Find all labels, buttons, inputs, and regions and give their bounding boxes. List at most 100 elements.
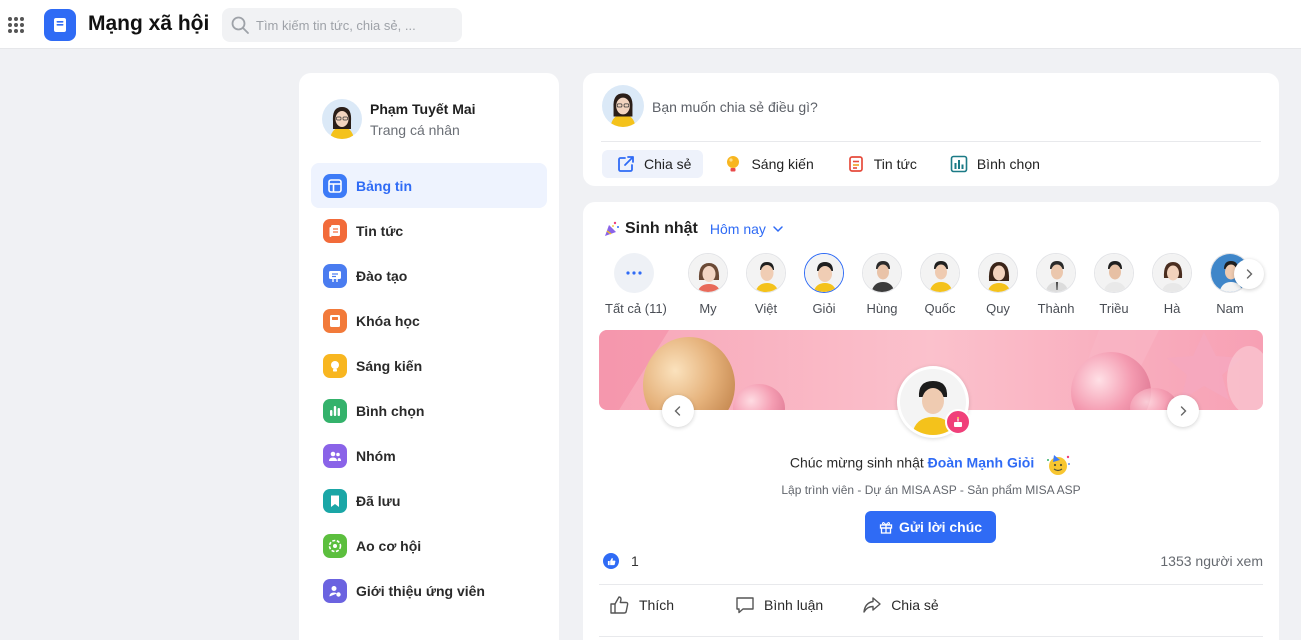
banner-next-button[interactable] — [1167, 395, 1199, 427]
reaction-label: Thích — [639, 597, 675, 613]
lightbulb-icon — [723, 154, 743, 174]
people-next-button[interactable] — [1234, 259, 1264, 289]
sidebar-item-opportunities[interactable]: Ao cơ hội — [311, 523, 547, 568]
avatar — [746, 253, 786, 293]
bookmark-icon — [323, 488, 347, 513]
composer-actions: Chia sẻ Sáng kiến Tin tức Bình chọn — [602, 150, 1058, 178]
birthday-person[interactable]: Hà — [1143, 253, 1201, 316]
gift-icon — [879, 522, 893, 534]
training-icon — [323, 263, 347, 288]
birthday-filter-label: Hôm nay — [709, 221, 766, 237]
birthday-person[interactable]: Hùng — [853, 253, 911, 316]
person-label: Giỏi — [812, 301, 836, 316]
sidebar-item-label: Tin tức — [356, 222, 404, 239]
reaction-label: Bình luận — [764, 597, 824, 613]
divider — [601, 141, 1261, 142]
send-wish-button[interactable]: Gửi lời chúc — [865, 511, 996, 543]
thumbs-up-icon — [610, 596, 629, 614]
person-label: Việt — [754, 301, 778, 316]
person-label: Thành — [1037, 301, 1075, 316]
sidebar-item-label: Giới thiệu ứng viên — [356, 582, 485, 599]
search-icon — [231, 16, 249, 34]
birthday-card: Sinh nhật Hôm nay Tất cả (11) My Việt Gi… — [583, 202, 1279, 640]
like-button[interactable]: Thích — [609, 594, 674, 616]
course-icon — [323, 308, 347, 333]
avatar — [1152, 253, 1192, 293]
group-icon — [323, 443, 347, 468]
birthday-header: Sinh nhật Hôm nay — [603, 220, 784, 238]
sidebar-menu: Bảng tin Tin tức Đào tạo Khóa học Sáng k… — [311, 163, 547, 613]
like-count[interactable]: 1 — [603, 553, 639, 569]
avatar — [1094, 253, 1134, 293]
opportunity-icon — [323, 533, 347, 558]
composer-news-button[interactable]: Tin tức — [832, 150, 929, 178]
birthday-person[interactable]: Thành — [1027, 253, 1085, 316]
celebrant-role: Lập trình viên - Dự án MISA ASP - Sản ph… — [781, 483, 1081, 497]
refer-candidate-icon — [323, 578, 347, 603]
chevron-right-icon — [1180, 406, 1187, 416]
sidebar-item-polls[interactable]: Bình chọn — [311, 388, 547, 433]
top-bar: Mạng xã hội — [0, 0, 1301, 49]
book-icon — [54, 18, 66, 32]
birthday-title: Sinh nhật — [625, 220, 698, 237]
party-popper-icon — [605, 221, 619, 236]
poll-icon — [949, 154, 969, 174]
sidebar-item-training[interactable]: Đào tạo — [311, 253, 547, 298]
profile-link[interactable]: Phạm Tuyết Mai Trang cá nhân — [322, 99, 476, 139]
avatar — [862, 253, 902, 293]
avatar — [322, 99, 362, 139]
sidebar-item-label: Bảng tin — [356, 177, 412, 194]
poll-icon — [323, 398, 347, 423]
search-input[interactable] — [256, 17, 456, 33]
sidebar-item-newsfeed[interactable]: Bảng tin — [311, 163, 547, 208]
birthday-person[interactable]: Triều — [1085, 253, 1143, 316]
composer-poll-button[interactable]: Bình chọn — [935, 150, 1052, 178]
composer-action-label: Sáng kiến — [751, 156, 814, 172]
search-box[interactable] — [222, 8, 462, 42]
newsfeed-icon — [323, 173, 347, 198]
birthday-person-all[interactable]: Tất cả (11) — [605, 253, 667, 316]
sidebar-item-refer-candidate[interactable]: Giới thiệu ứng viên — [311, 568, 547, 613]
banner-prev-button[interactable] — [662, 395, 694, 427]
composer-action-label: Chia sẻ — [644, 156, 692, 172]
share-edit-icon — [616, 154, 636, 174]
birthday-person-selected[interactable]: Giỏi — [795, 253, 853, 316]
person-label: Hà — [1163, 301, 1181, 316]
composer-action-label: Tin tức — [873, 156, 917, 172]
sidebar-item-courses[interactable]: Khóa học — [311, 298, 547, 343]
lightbulb-icon — [323, 353, 347, 378]
sidebar-item-initiatives[interactable]: Sáng kiến — [311, 343, 547, 388]
apps-grid-icon[interactable] — [8, 17, 24, 33]
birthday-person[interactable]: My — [679, 253, 737, 316]
avatar — [978, 253, 1018, 293]
celebrant-name[interactable]: Đoàn Mạnh Giỏi — [928, 455, 1035, 471]
share-icon — [863, 597, 881, 613]
chevron-left-icon — [674, 406, 681, 416]
person-label: Nam — [1216, 301, 1244, 316]
sidebar-item-saved[interactable]: Đã lưu — [311, 478, 547, 523]
chevron-down-icon — [773, 226, 783, 233]
sidebar-item-groups[interactable]: Nhóm — [311, 433, 547, 478]
sidebar-item-label: Đã lưu — [356, 492, 401, 509]
composer-share-button[interactable]: Chia sẻ — [602, 150, 704, 178]
news-icon — [323, 218, 347, 243]
app-logo[interactable] — [44, 9, 76, 41]
left-sidebar: Phạm Tuyết Mai Trang cá nhân Bảng tin Ti… — [299, 73, 559, 640]
greeting-text: Chúc mừng sinh nhật — [789, 454, 924, 471]
birthday-person[interactable]: Quốc — [911, 253, 969, 316]
sidebar-item-news[interactable]: Tin tức — [311, 208, 547, 253]
share-button[interactable]: Chia sẻ — [861, 594, 939, 616]
comment-button[interactable]: Bình luận — [734, 594, 823, 616]
birthday-person[interactable]: Quy — [969, 253, 1027, 316]
birthday-person[interactable]: Việt — [737, 253, 795, 316]
composer-initiative-button[interactable]: Sáng kiến — [709, 150, 825, 178]
person-label: Quốc — [924, 301, 956, 316]
sidebar-item-label: Sáng kiến — [356, 357, 423, 374]
post-stats: 1 1353 người xem — [603, 553, 1263, 569]
view-count[interactable]: 1353 người xem — [1160, 553, 1263, 569]
birthday-filter-dropdown[interactable]: Hôm nay — [710, 221, 784, 237]
reaction-label: Chia sẻ — [891, 597, 939, 613]
composer-prompt[interactable]: Bạn muốn chia sẻ điều gì? — [652, 99, 818, 115]
post-reactions: Thích Bình luận Chia sẻ — [609, 594, 977, 616]
comment-icon — [736, 597, 754, 614]
